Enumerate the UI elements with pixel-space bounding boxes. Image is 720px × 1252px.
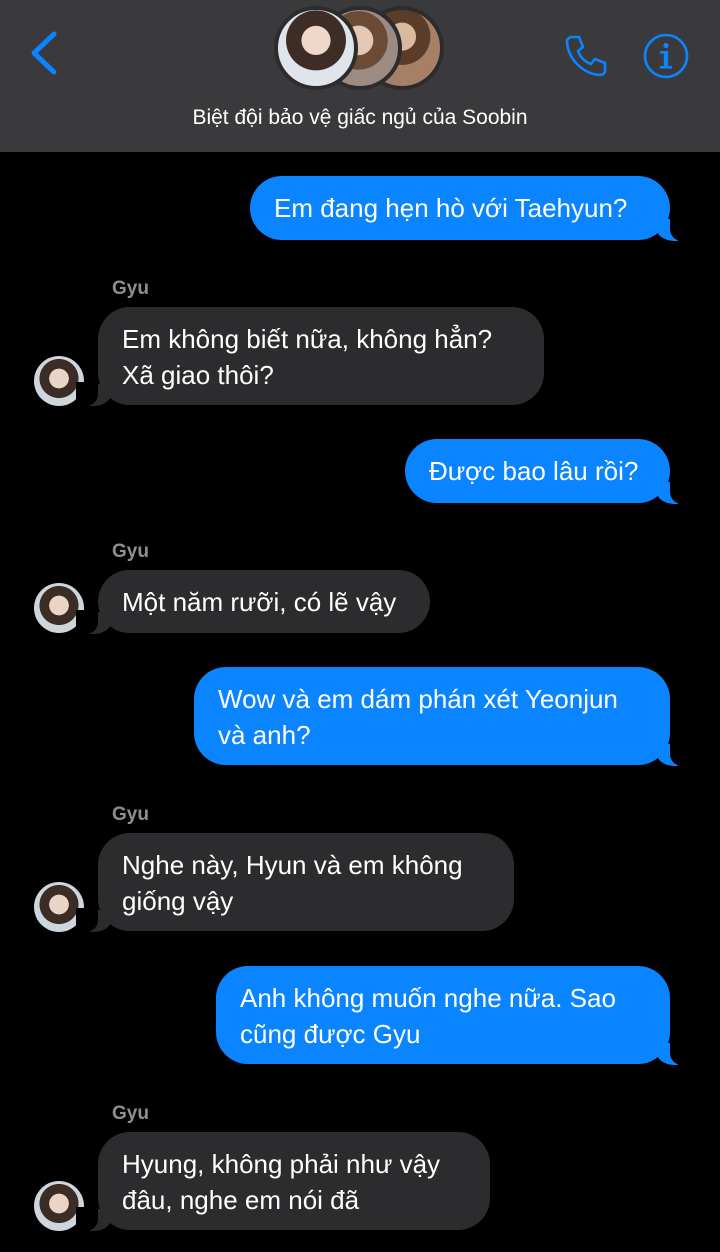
message-bubble-outgoing[interactable]: Anh không muốn nghe nữa. Sao cũng được G… bbox=[216, 966, 692, 1065]
message-line: Hyung, không phải như vậy bbox=[122, 1149, 441, 1179]
message-line: và anh? bbox=[218, 720, 311, 750]
call-button[interactable] bbox=[562, 32, 610, 80]
sender-name: Gyu bbox=[112, 804, 149, 825]
message-line: Wow và em dám phán xét Yeonjun bbox=[218, 684, 618, 714]
info-icon bbox=[643, 33, 689, 79]
message-line: cũng được Gyu bbox=[240, 1019, 421, 1049]
message-bubble-outgoing[interactable]: Wow và em dám phán xét Yeonjun và anh? bbox=[194, 667, 692, 766]
message-text: Em đang hẹn hò với Taehyun? bbox=[274, 193, 628, 223]
message-bubble-outgoing[interactable]: Được bao lâu rồi? bbox=[405, 439, 692, 504]
message-bubble-incoming[interactable]: Một năm rưỡi, có lẽ vậy bbox=[76, 570, 430, 634]
message-line: Em không biết nữa, không hẳn? bbox=[122, 324, 493, 354]
sender-name: Gyu bbox=[112, 541, 149, 562]
chevron-left-icon bbox=[31, 31, 57, 75]
phone-icon bbox=[565, 35, 607, 77]
message-bubble-incoming[interactable]: Nghe này, Hyun và em không giống vậy bbox=[76, 833, 514, 932]
message-line: giống vậy bbox=[122, 886, 234, 916]
back-button[interactable] bbox=[26, 28, 66, 78]
message-line: Nghe này, Hyun và em không bbox=[122, 850, 463, 880]
page-title[interactable]: Biệt đội bảo vệ giấc ngủ của Soobin bbox=[0, 106, 720, 130]
message-bubble-incoming[interactable]: Em không biết nữa, không hẳn? Xã giao th… bbox=[76, 307, 544, 406]
sender-name: Gyu bbox=[112, 278, 149, 299]
message-line: đâu, nghe em nói đã bbox=[122, 1185, 360, 1215]
group-avatars[interactable] bbox=[272, 4, 448, 96]
info-button[interactable] bbox=[642, 32, 690, 80]
message-line: Một năm rưỡi, có lẽ vậy bbox=[122, 587, 397, 617]
message-line: Anh không muốn nghe nữa. Sao bbox=[240, 983, 616, 1013]
message-text: Được bao lâu rồi? bbox=[429, 456, 639, 486]
message-line: Xã giao thôi? bbox=[122, 360, 274, 390]
message-bubble-outgoing[interactable]: Em đang hẹn hò với Taehyun? bbox=[250, 176, 692, 241]
message-bubble-incoming[interactable]: Hyung, không phải như vậy đâu, nghe em n… bbox=[76, 1132, 490, 1231]
sender-name: Gyu bbox=[112, 1103, 149, 1124]
avatar bbox=[274, 6, 358, 90]
chat-header: Biệt đội bảo vệ giấc ngủ của Soobin bbox=[0, 0, 720, 152]
